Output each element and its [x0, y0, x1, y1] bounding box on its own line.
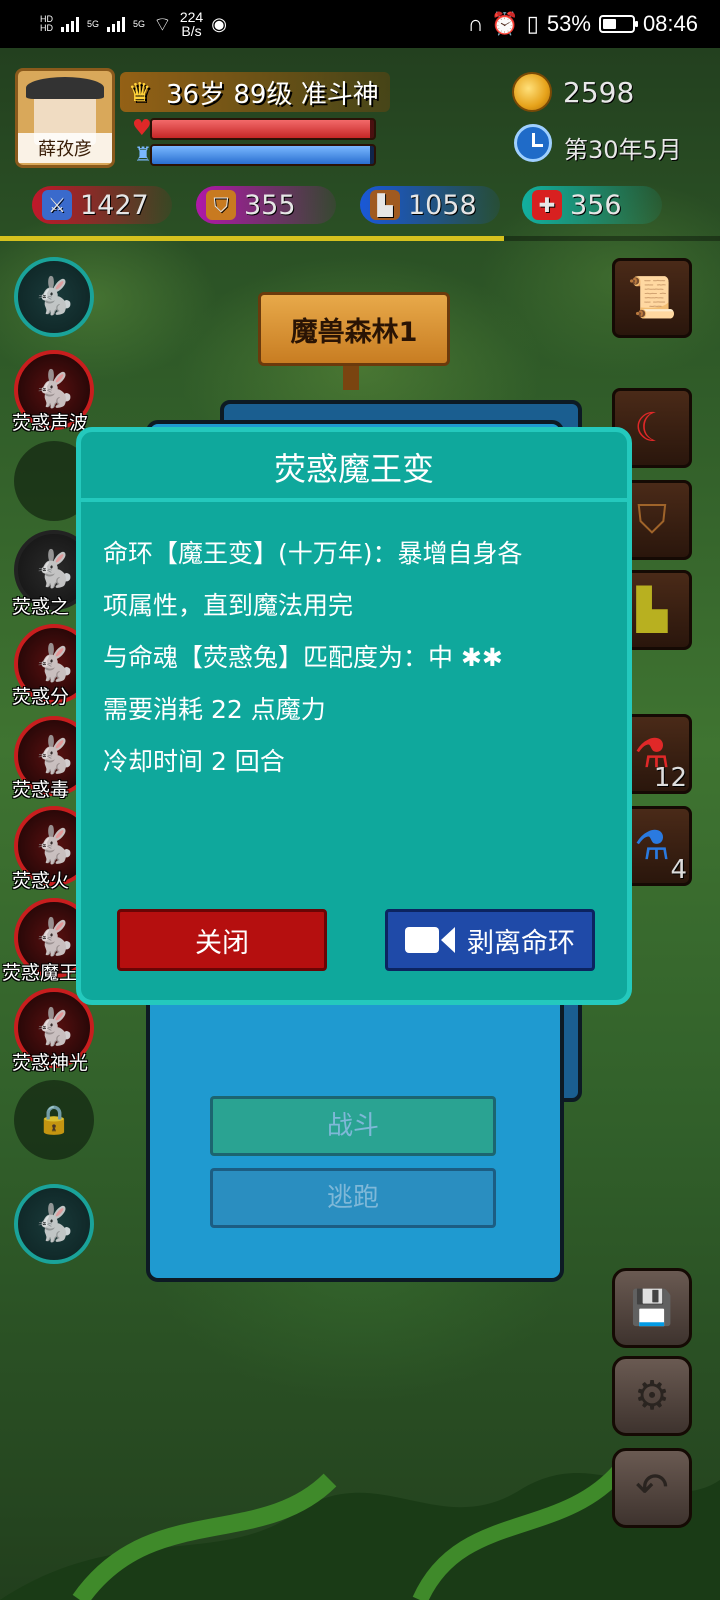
avatar[interactable]: 薛孜彦 [15, 68, 115, 168]
network-type-2: 5G [133, 18, 146, 29]
health-value: 356 [570, 189, 622, 221]
signal-icon-2 [107, 16, 126, 32]
strip-ring-label: 剥离命环 [467, 927, 575, 959]
player-title-text: 36岁 89级 准斗神 [166, 79, 379, 110]
alarm-icon: ⏰ [491, 11, 519, 36]
battery-level [602, 19, 616, 29]
gold-coin-icon [512, 72, 552, 112]
volte-indicator: HD HD [40, 14, 53, 33]
close-button-label: 关闭 [195, 927, 249, 959]
location-sign: 魔兽森林1 [258, 292, 450, 366]
save-icon: 💾 [630, 1288, 674, 1328]
wechat-icon: ◉ [211, 13, 227, 34]
speed-value: 1058 [408, 189, 477, 221]
pet-rabbit-button[interactable]: 🐇 [14, 257, 94, 337]
wifi-icon: ⌔ [153, 13, 172, 36]
avatar-hat [26, 77, 104, 99]
clock-icon [514, 124, 552, 162]
red-potion-count: 12 [653, 763, 687, 793]
gold-amount: 2598 [563, 76, 635, 109]
net-speed: 224 B/s [180, 10, 203, 38]
lock-icon: 🔒 [36, 1103, 72, 1136]
attack-value: 1427 [80, 189, 149, 221]
network-type-1: 5G [87, 18, 100, 29]
crown-icon: ♛ [128, 78, 152, 108]
dialog-line: 需要消耗 22 点魔力 [103, 695, 326, 724]
vibrate-icon: ▯ [526, 11, 539, 36]
mp-bar [150, 144, 376, 166]
dialog-body: 命环【魔王变】(十万年)：暴增自身各 项属性，直到魔法用完 与命魂【荧惑兔】匹配… [103, 528, 613, 788]
attack-stat: ⚔ 1427 [32, 186, 172, 224]
defense-value: 355 [244, 189, 296, 221]
defense-stat: ⛉ 355 [196, 186, 336, 224]
dialog-line: 冷却时间 2 回合 [103, 747, 285, 776]
battery-percent: 53% [546, 11, 591, 36]
exp-bar-fill [0, 236, 504, 241]
fight-button[interactable]: 战斗 [210, 1096, 496, 1156]
map-button[interactable]: 📜 [612, 258, 692, 338]
blue-potion-count: 4 [670, 855, 687, 885]
net-speed-unit: B/s [181, 23, 202, 39]
rabbit-icon: 🐇 [31, 276, 77, 317]
sword-icon: ⚔ [42, 190, 72, 220]
player-name: 薛孜彦 [18, 133, 112, 163]
player-title: ♛ 36岁 89级 准斗神 [120, 72, 390, 112]
back-icon: ↶ [635, 1465, 669, 1511]
dialog-line: 项属性，直到魔法用完 [103, 591, 354, 620]
status-bar: HD HD 5G 5G ⌔ 224 B/s ◉ ∩ ⏰ ▯ 53% 08:46 [0, 0, 720, 48]
back-button[interactable]: ↶ [612, 1448, 692, 1528]
health-cross-icon: ✚ [532, 190, 562, 220]
battery-icon [598, 15, 638, 33]
hp-bar-fill [152, 120, 370, 138]
clock-time: 08:46 [642, 11, 698, 36]
dialog-line: 与命魂【荧惑兔】匹配度为：中 ✱✱ [103, 643, 503, 672]
mp-bar-fill [152, 146, 370, 164]
dialog-title: 荧惑魔王变 [81, 432, 627, 502]
save-button[interactable]: 💾 [612, 1268, 692, 1348]
game-date: 第30年5月 [564, 136, 682, 164]
headphones-icon: ∩ [467, 11, 484, 36]
strip-ring-button[interactable]: 剥离命环 [385, 909, 595, 971]
shield-icon: ⛉ [206, 190, 236, 220]
settings-icon: ⚙ [634, 1373, 670, 1419]
health-stat: ✚ 356 [522, 186, 662, 224]
map-scroll-icon: 📜 [627, 275, 677, 321]
close-button[interactable]: 关闭 [117, 909, 327, 971]
rabbit-icon: 🐇 [31, 1203, 77, 1244]
settings-button[interactable]: ⚙ [612, 1356, 692, 1436]
boot-icon: ▙ [370, 190, 400, 220]
flee-button[interactable]: 逃跑 [210, 1168, 496, 1228]
skill-label-8: 荧惑神光 [12, 1052, 89, 1074]
skill-info-dialog: 荧惑魔王变 命环【魔王变】(十万年)：暴增自身各 项属性，直到魔法用完 与命魂【… [76, 427, 632, 1005]
signal-icon [61, 16, 79, 32]
locked-skill-slot[interactable]: 🔒 [14, 1080, 94, 1160]
heart-icon: ♥ [132, 116, 152, 141]
video-camera-icon [405, 927, 455, 953]
dialog-line: 命环【魔王变】(十万年)：暴增自身各 [103, 539, 523, 568]
speed-stat: ▙ 1058 [360, 186, 500, 224]
hp-bar [150, 118, 376, 140]
pet-rabbit-2-button[interactable]: 🐇 [14, 1184, 94, 1264]
